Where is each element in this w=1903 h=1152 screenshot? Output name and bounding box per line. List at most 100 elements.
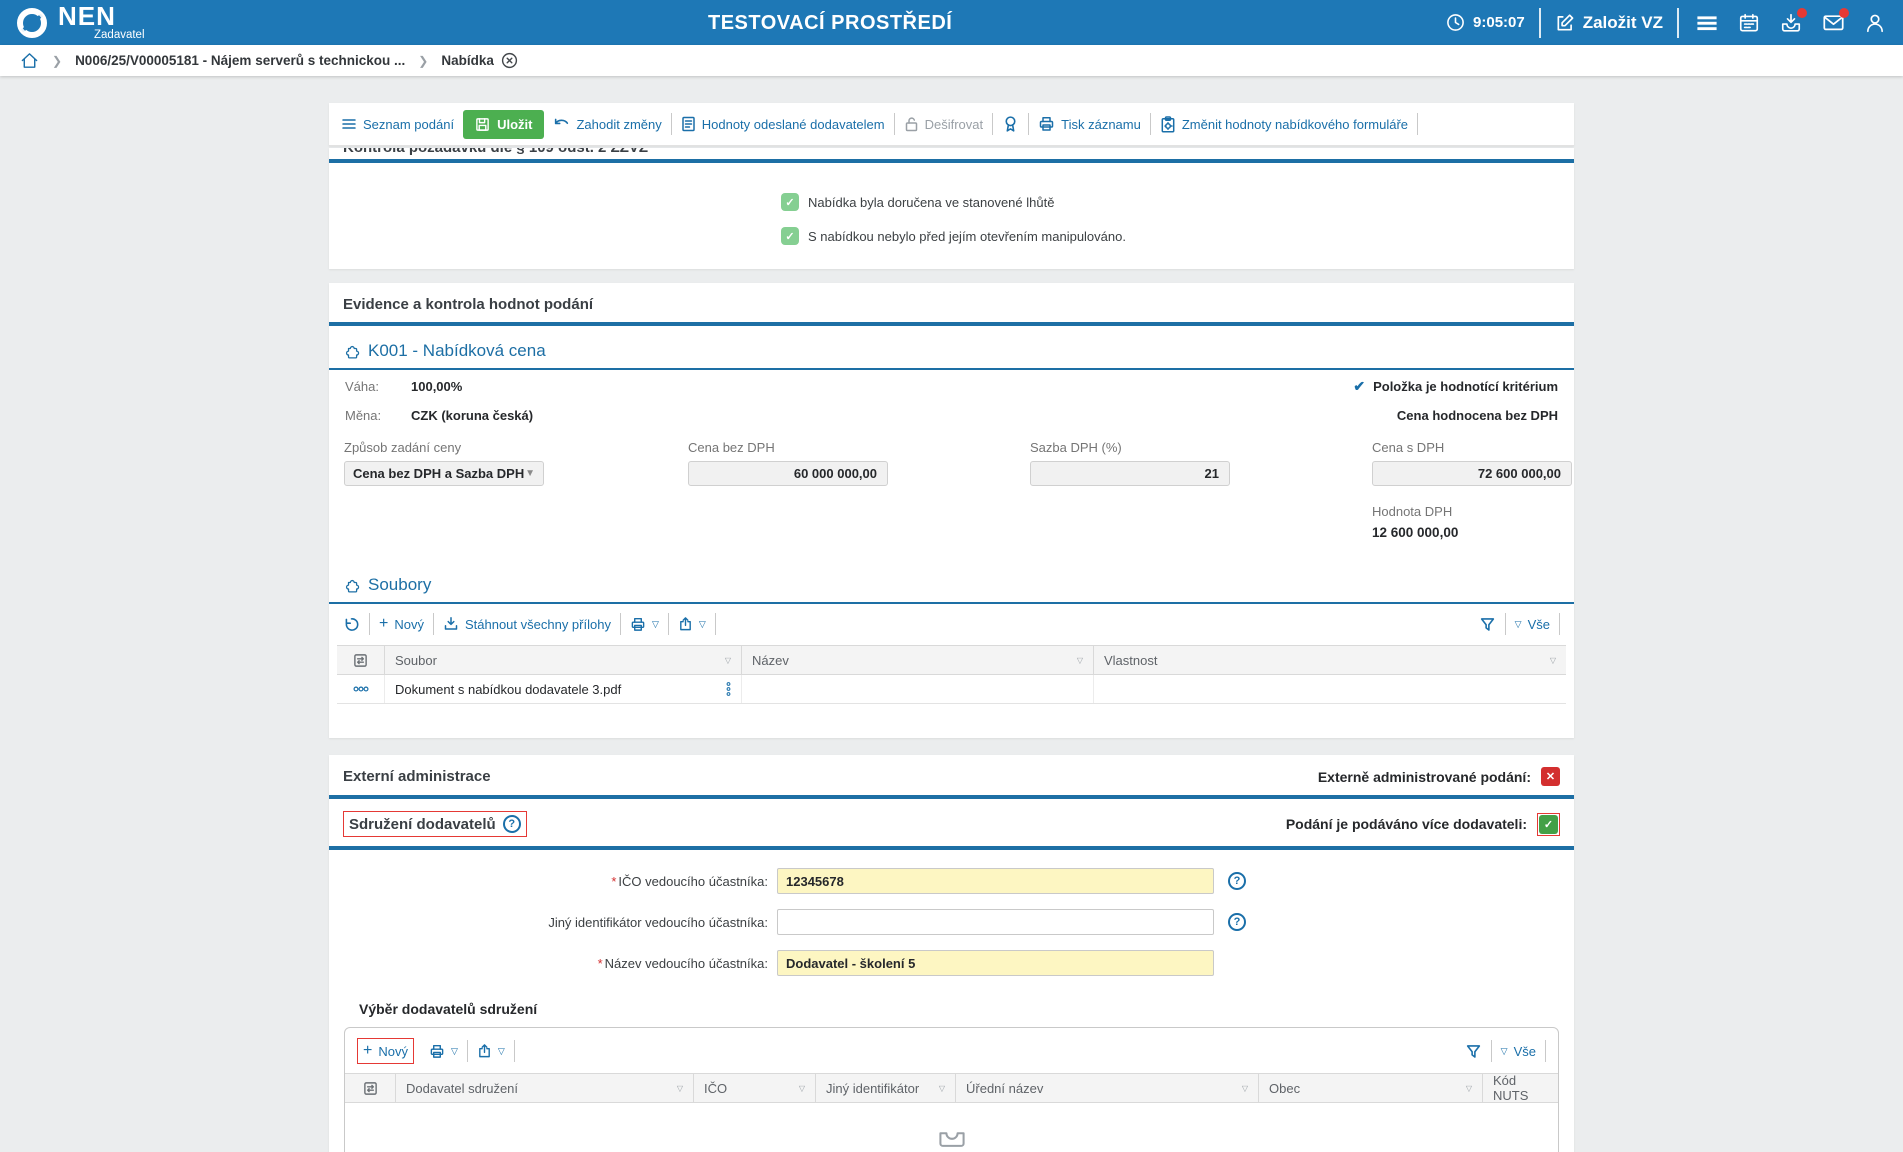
checkbox-red-cross[interactable]: ✕ [1541,767,1560,786]
clock-icon [1446,13,1465,32]
check-icon: ✔ [1353,378,1365,395]
discard-changes-button[interactable]: Zahodit změny [553,116,661,133]
column-settings-button[interactable] [345,1074,395,1102]
vyber-title: Výběr dodavatelů sdružení [329,991,1574,1027]
required-asterisk: * [598,956,603,971]
download-all-attachments-button[interactable]: Stáhnout všechny přílohy [443,616,611,632]
chevron-down-icon: ▽ [699,619,706,630]
save-button[interactable]: Uložit [463,110,544,139]
show-all-button[interactable]: ▽ Vše [1501,1044,1536,1059]
close-icon[interactable] [501,52,518,69]
divider [1539,8,1541,38]
filter-icon[interactable]: ▽ [719,656,731,665]
filter-icon[interactable]: ▽ [1460,1084,1472,1093]
column-header-dodavatel[interactable]: Dodavatel sdružení▽ [395,1074,693,1102]
cena-s-dph-input[interactable] [1372,461,1572,486]
show-all-button[interactable]: ▽ Vše [1515,617,1550,632]
help-icon[interactable]: ? [503,815,521,833]
filter-icon[interactable]: ▽ [1544,656,1556,665]
filter-icon[interactable]: ▽ [671,1084,683,1093]
print-record-button[interactable]: Tisk záznamu [1038,116,1141,132]
column-header-ico[interactable]: IČO▽ [693,1074,815,1102]
vyber-new-button[interactable]: + Nový [363,1042,408,1060]
column-header-kod-nuts[interactable]: Kód NUTS [1482,1074,1558,1102]
export-grid-button[interactable]: ▽ [477,1043,505,1059]
breadcrumb-tab-nabidka[interactable]: Nabídka [441,52,518,69]
column-header-obec[interactable]: Obec▽ [1258,1074,1482,1102]
nazev-vedouciho-input[interactable] [777,950,1214,976]
chevron-down-icon: ▽ [1515,619,1522,630]
divider [433,613,434,635]
price-entry-mode-select[interactable]: Cena bez DPH a Sazba DPH ▼ [344,461,544,486]
column-header-nazev[interactable]: Název▽ [741,646,1093,674]
cell-nazev[interactable] [741,675,1093,703]
column-header-uredni-nazev[interactable]: Úřední název▽ [955,1074,1258,1102]
column-header-jiny-identifikator[interactable]: Jiný identifikátor▽ [815,1074,955,1102]
zpusob-label: Způsob zadání ceny [344,440,554,455]
unlock-icon [904,116,919,132]
download-icon [443,616,459,632]
nen-logo[interactable]: NEN Zadavatel [14,3,145,42]
checkbox-green-check[interactable]: ✓ [1539,815,1558,834]
vyber-grid-box: + Nový ▽ ▽ [344,1027,1559,1152]
calendar-button[interactable] [1735,9,1763,37]
filter-icon[interactable]: ▽ [1236,1084,1248,1093]
cell-soubor[interactable]: Dokument s nabídkou dodavatele 3.pdf [384,675,741,703]
filter-icon[interactable]: ▽ [933,1084,945,1093]
column-settings-button[interactable] [337,646,384,674]
seznam-podani-button[interactable]: Seznam podání [341,116,454,132]
divider [1491,1040,1492,1062]
column-header-soubor[interactable]: Soubor▽ [384,646,741,674]
brand-subtitle: Zadavatel [94,30,145,42]
plus-icon: + [363,1042,372,1060]
breadcrumb-case[interactable]: N006/25/V00005181 - Nájem serverů s tech… [75,53,405,68]
filter-icon[interactable]: ▽ [1071,656,1083,665]
column-header-vlastnost[interactable]: Vlastnost▽ [1093,646,1566,674]
supplier-values-button[interactable]: Hodnoty odeslané dodavatelem [681,116,885,132]
check-delivered-on-time: ✓ Nabídka byla doručena ve stanovené lhů… [781,193,1574,211]
cena-bez-dph-input[interactable] [688,461,888,486]
row-menu-button[interactable] [337,675,384,703]
print-grid-button[interactable]: ▽ [630,617,659,632]
divider [715,613,716,635]
profile-button[interactable] [1861,9,1889,37]
filter-icon[interactable]: ▽ [793,1084,805,1093]
printer-icon [1038,116,1055,132]
nazev-field-row: *Název vedoucího účastníka: [329,950,1574,976]
empty-tray-icon [937,1127,967,1149]
undo-icon [553,116,570,133]
chevron-down-icon: ▽ [451,1046,458,1057]
plus-icon: + [379,615,388,633]
table-row[interactable]: Dokument s nabídkou dodavatele 3.pdf [337,675,1566,704]
certificate-button[interactable] [1002,115,1019,133]
divider [1559,613,1560,635]
home-icon[interactable] [20,51,39,70]
filter-button[interactable] [1465,1043,1482,1060]
k001-heading: K001 - Nabídková cena [329,326,1574,368]
puzzle-icon [343,577,360,594]
column-settings-icon [353,653,368,668]
jiny-identifikator-input[interactable] [777,909,1214,935]
change-form-values-button[interactable]: Změnit hodnoty nabídkového formuláře [1160,116,1408,133]
export-grid-button[interactable]: ▽ [678,616,706,632]
check-icon: ✓ [781,227,799,245]
sazba-dph-input[interactable] [1030,461,1230,486]
messages-button[interactable] [1819,9,1847,37]
help-icon[interactable]: ? [1228,913,1246,931]
chevron-right-icon: ❯ [418,54,428,68]
drag-handle-icon[interactable] [726,682,731,696]
help-icon[interactable]: ? [1228,872,1246,890]
create-vz-button[interactable]: Založit VZ [1555,13,1663,33]
refresh-button[interactable] [343,616,360,633]
ico-vedouciho-input[interactable] [777,868,1214,894]
notification-badge [1839,8,1849,18]
divider [1417,113,1418,135]
filter-button[interactable] [1479,616,1496,633]
downloads-button[interactable] [1777,9,1805,37]
print-grid-button[interactable]: ▽ [429,1044,458,1059]
soubory-new-button[interactable]: + Nový [379,615,424,633]
cell-vlastnost[interactable] [1093,675,1566,703]
divider [620,613,621,635]
app-header: NEN Zadavatel TESTOVACÍ PROSTŘEDÍ 9:05:0… [0,0,1903,45]
menu-button[interactable] [1693,9,1721,37]
